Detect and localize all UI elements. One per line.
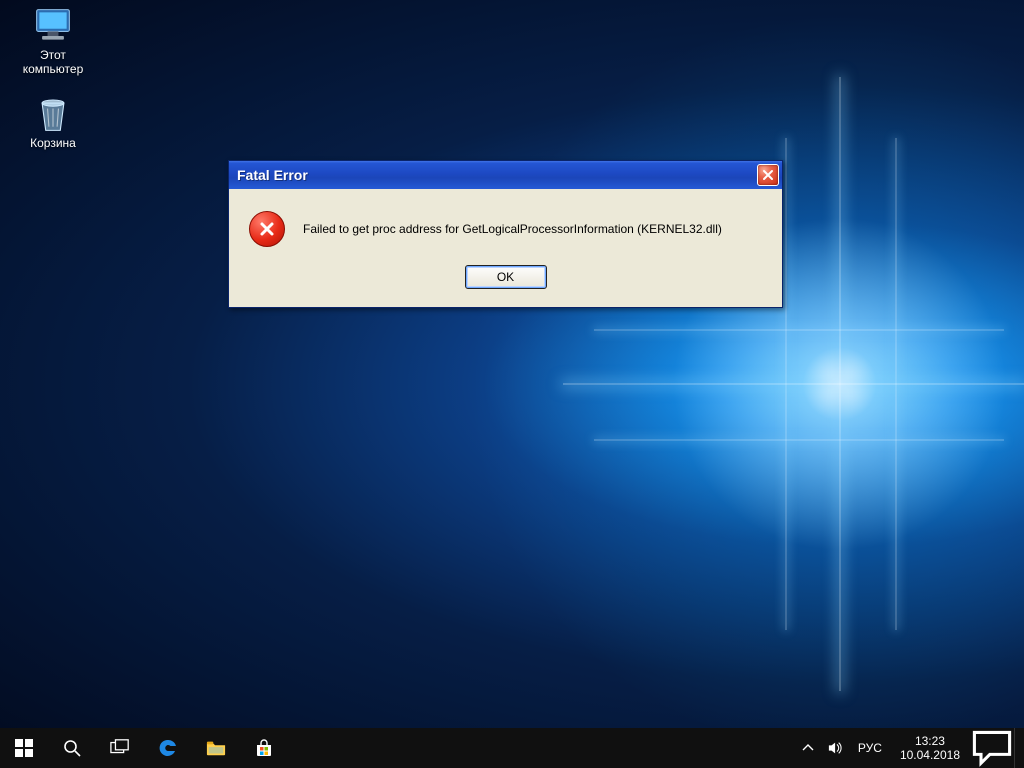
taskbar-left bbox=[0, 728, 288, 768]
task-view-button[interactable] bbox=[96, 728, 144, 768]
clock-date: 10.04.2018 bbox=[900, 748, 960, 762]
action-center-button[interactable] bbox=[970, 728, 1014, 768]
tray-overflow-button[interactable] bbox=[794, 728, 822, 768]
taskbar: РУС 13:23 10.04.2018 bbox=[0, 728, 1024, 768]
error-icon bbox=[249, 211, 285, 247]
wallpaper-line bbox=[594, 329, 1004, 331]
wallpaper-line bbox=[594, 439, 1004, 441]
windows-logo-icon bbox=[14, 738, 34, 758]
dialog-title: Fatal Error bbox=[237, 167, 757, 183]
desktop-icon-this-pc[interactable]: Этоткомпьютер bbox=[10, 6, 96, 76]
task-view-icon bbox=[110, 738, 130, 758]
desktop[interactable]: Этоткомпьютер Корзина Fatal Error bbox=[0, 0, 1024, 768]
file-explorer-icon bbox=[206, 738, 226, 758]
clock-time: 13:23 bbox=[900, 734, 960, 748]
taskbar-app-file-explorer[interactable] bbox=[192, 728, 240, 768]
dialog-message: Failed to get proc address for GetLogica… bbox=[303, 222, 722, 236]
dialog-buttons: OK bbox=[229, 257, 782, 307]
start-button[interactable] bbox=[0, 728, 48, 768]
wallpaper-line bbox=[785, 138, 787, 630]
close-icon bbox=[762, 169, 774, 181]
desktop-icon-label: Корзина bbox=[30, 136, 76, 150]
taskbar-app-edge[interactable] bbox=[144, 728, 192, 768]
taskbar-app-store[interactable] bbox=[240, 728, 288, 768]
edge-icon bbox=[158, 738, 178, 758]
dialog-body: Failed to get proc address for GetLogica… bbox=[229, 189, 782, 257]
ok-button[interactable]: OK bbox=[465, 265, 547, 289]
clock[interactable]: 13:23 10.04.2018 bbox=[890, 728, 970, 768]
volume-button[interactable] bbox=[822, 728, 850, 768]
search-button[interactable] bbox=[48, 728, 96, 768]
notification-icon bbox=[970, 728, 1014, 768]
search-icon bbox=[62, 738, 82, 758]
desktop-icon-recycle-bin[interactable]: Корзина bbox=[10, 94, 96, 150]
computer-icon bbox=[31, 6, 75, 46]
taskbar-right: РУС 13:23 10.04.2018 bbox=[794, 728, 1024, 768]
language-indicator[interactable]: РУС bbox=[850, 728, 890, 768]
error-dialog: Fatal Error Failed to get proc address f… bbox=[228, 160, 783, 308]
store-icon bbox=[254, 738, 274, 758]
desktop-icon-label: Этоткомпьютер bbox=[23, 48, 84, 76]
chevron-up-icon bbox=[800, 740, 816, 756]
dialog-titlebar[interactable]: Fatal Error bbox=[229, 161, 782, 189]
dialog-close-button[interactable] bbox=[757, 164, 779, 186]
speaker-icon bbox=[828, 740, 844, 756]
desktop-icons: Этоткомпьютер Корзина bbox=[10, 6, 96, 150]
recycle-bin-icon bbox=[31, 94, 75, 134]
wallpaper-line bbox=[895, 138, 897, 630]
show-desktop-button[interactable] bbox=[1014, 728, 1020, 768]
